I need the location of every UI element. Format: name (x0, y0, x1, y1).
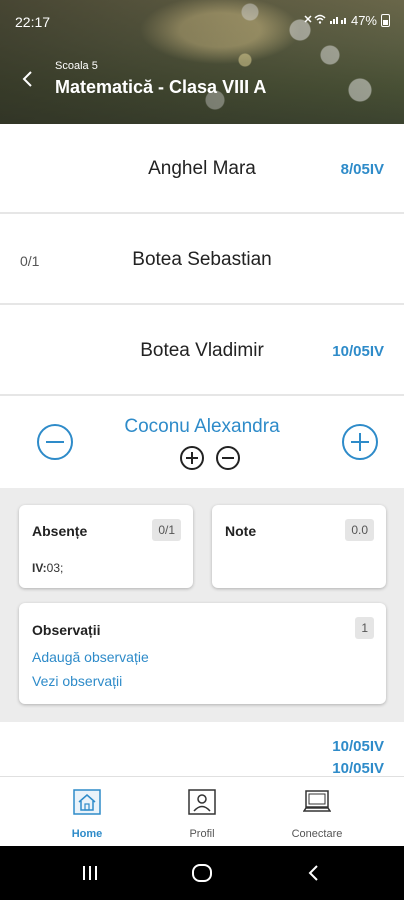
nav-home-label: Home (71, 828, 103, 840)
student-grade: 10/05IV (332, 760, 384, 776)
student-row[interactable]: 0/1 Botea Sebastian (0, 215, 404, 305)
status-bar: 22:17 47% (0, 0, 404, 40)
add-grade-button[interactable] (180, 446, 204, 470)
absente-card[interactable]: Absențe 0/1 IV:03; (19, 505, 193, 588)
back-arrow-icon[interactable] (20, 70, 36, 88)
page-title: Matematică - Clasa VIII A (55, 77, 267, 97)
nav-profil[interactable]: Profil (152, 789, 252, 840)
student-grade: 10/05IV (332, 343, 384, 360)
absente-title: Absențe (32, 523, 88, 539)
minus-icon (46, 441, 64, 443)
remove-grade-button[interactable] (216, 446, 240, 470)
view-observations-link[interactable]: Vezi observații (32, 673, 122, 689)
back-button-icon[interactable] (306, 863, 322, 883)
battery-icon (381, 14, 390, 27)
observatii-title: Observații (32, 622, 101, 638)
note-badge: 0.0 (345, 519, 374, 541)
status-indicators: 47% (303, 13, 390, 28)
student-grade: 8/05IV (340, 161, 384, 178)
system-navigation-bar (0, 846, 404, 900)
student-grade: 10/05IV (332, 738, 384, 755)
add-absence-button[interactable] (342, 424, 378, 460)
absente-badge: 0/1 (152, 519, 181, 541)
student-name: Botea Sebastian (132, 249, 272, 270)
observatii-card: Observații 1 Adaugă observație Vezi obse… (19, 603, 386, 704)
note-title: Note (225, 523, 257, 539)
add-observation-link[interactable]: Adaugă observație (32, 649, 149, 665)
battery-percent: 47% (350, 13, 377, 28)
nav-conectare-label: Conectare (291, 828, 343, 840)
recent-apps-icon[interactable] (80, 863, 100, 883)
student-row[interactable]: 10/05IV 10/05IV (0, 722, 404, 776)
nav-profil-label: Profil (189, 828, 215, 840)
wifi-signal-icon (304, 14, 346, 24)
minus-icon (222, 457, 234, 459)
observatii-badge: 1 (355, 617, 374, 639)
note-card[interactable]: Note 0.0 (212, 505, 386, 588)
home-icon (73, 789, 101, 815)
nav-conectare[interactable]: Conectare (267, 789, 367, 840)
home-button-icon[interactable] (191, 863, 213, 883)
school-name: Scoala 5 (55, 60, 98, 72)
signal-icons (303, 13, 347, 28)
student-row[interactable]: Botea Vladimir 10/05IV (0, 306, 404, 396)
student-row[interactable]: Anghel Mara 8/05IV (0, 124, 404, 214)
bottom-navigation: Home Profil Conectare (0, 776, 404, 846)
profile-icon (188, 789, 216, 815)
student-details-panel: Absențe 0/1 IV:03; Note 0.0 Observații 1… (0, 488, 404, 722)
nav-home[interactable]: Home (37, 789, 137, 840)
computer-icon (302, 790, 332, 812)
absente-detail: IV:03; (32, 561, 64, 575)
header: 22:17 47% Scoala 5 Matematică - Clasa VI… (0, 0, 404, 124)
selected-student: Coconu Alexandra (0, 396, 404, 488)
status-time: 22:17 (15, 14, 51, 30)
